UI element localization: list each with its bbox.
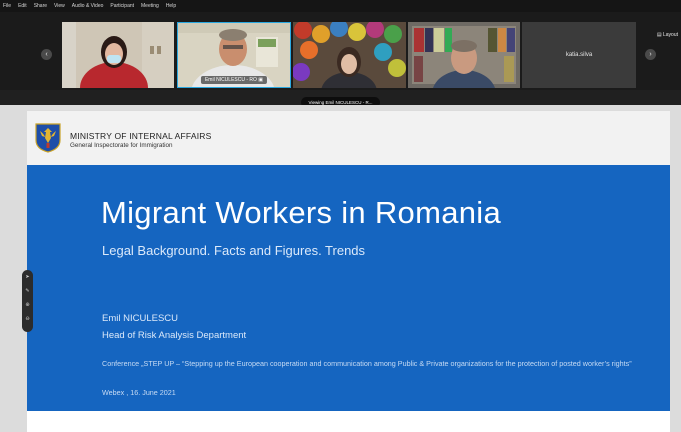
menu-help[interactable]: Help (166, 0, 176, 12)
conference-text: Conference „STEP UP – “Stepping up the E… (102, 359, 632, 368)
participant-video (293, 22, 406, 88)
menu-view[interactable]: View (54, 0, 65, 12)
participant-video (408, 22, 520, 88)
presenter-role: Head of Risk Analysis Department (102, 330, 247, 341)
shared-content-area: MINISTRY OF INTERNAL AFFAIRS General Ins… (0, 105, 681, 432)
slide-body: Migrant Workers in Romania Legal Backgro… (27, 165, 670, 411)
active-speaker-tile[interactable]: Emil NICULESCU - RO ▣ (177, 22, 291, 88)
zoom-out-icon[interactable]: ⊖ (22, 316, 33, 322)
inspectorate-subtitle: General Inspectorate for Immigration (70, 142, 173, 149)
pointer-icon[interactable]: ➤ (22, 274, 33, 280)
layout-icon: ▤ (656, 32, 662, 38)
speaker-nameplate: Emil NICULESCU - RO ▣ (200, 76, 268, 84)
annotation-toolbar: ➤ ✎ ⊕ ⊖ (22, 270, 33, 332)
ministry-title: MINISTRY OF INTERNAL AFFAIRS (70, 131, 212, 141)
pen-icon[interactable]: ✎ (22, 288, 33, 294)
chevron-left-icon: ‹ (45, 51, 48, 58)
participant-strip: ‹ Emil NICULESCU - RO ▣ katia.silva › ▤ … (0, 12, 681, 90)
participant-name-tile[interactable]: katia.silva (522, 22, 636, 88)
presentation-slide: MINISTRY OF INTERNAL AFFAIRS General Ins… (27, 111, 670, 432)
participant-video-tile[interactable] (62, 22, 174, 88)
menu-edit[interactable]: Edit (18, 0, 27, 12)
menu-bar: File Edit Share View Audio & Video Parti… (0, 0, 681, 12)
participant-video-tile[interactable] (293, 22, 406, 88)
layout-label: Layout (662, 32, 678, 38)
participant-name: katia.silva (565, 52, 593, 58)
presenter-name: Emil NICULESCU (102, 313, 179, 324)
strip-prev-button[interactable]: ‹ (41, 49, 52, 60)
menu-share[interactable]: Share (34, 0, 47, 12)
slide-header: MINISTRY OF INTERNAL AFFAIRS General Ins… (27, 111, 670, 165)
layout-button[interactable]: ▤ Layout (657, 32, 678, 38)
chevron-right-icon: › (649, 51, 652, 58)
menu-participant[interactable]: Participant (110, 0, 134, 12)
menu-file[interactable]: File (3, 0, 11, 12)
participant-video-tile[interactable] (408, 22, 520, 88)
webex-meeting-window: File Edit Share View Audio & Video Parti… (0, 0, 681, 432)
menu-audio-video[interactable]: Audio & Video (72, 0, 104, 12)
zoom-in-icon[interactable]: ⊕ (22, 302, 33, 308)
screen-share-icon: ▣ (258, 77, 264, 83)
participant-video (62, 22, 174, 88)
slide-title: Migrant Workers in Romania (101, 195, 502, 230)
slide-subtitle: Legal Background. Facts and Figures. Tre… (102, 243, 366, 258)
strip-next-button[interactable]: › (645, 49, 656, 60)
romania-coat-of-arms-logo (35, 123, 61, 153)
menu-meeting[interactable]: Meeting (141, 0, 159, 12)
venue-date: Webex , 16. June 2021 (102, 388, 176, 397)
speaker-name: Emil NICULESCU - RO (204, 77, 257, 83)
